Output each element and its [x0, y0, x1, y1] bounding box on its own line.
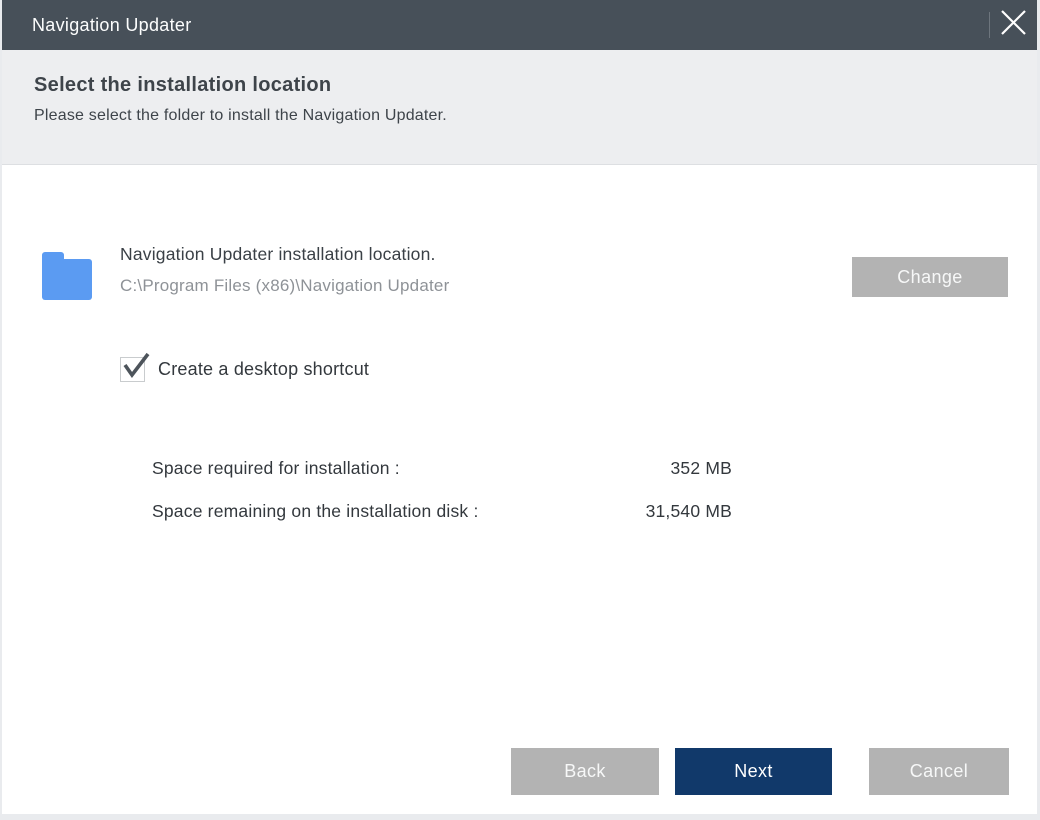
space-remaining-label: Space remaining on the installation disk… [152, 501, 479, 521]
desktop-shortcut-option[interactable]: Create a desktop shortcut [120, 352, 370, 382]
checkmark-icon [123, 352, 150, 379]
next-button[interactable]: Next [675, 748, 832, 795]
change-button[interactable]: Change [852, 257, 1008, 297]
desktop-shortcut-checkbox[interactable] [120, 352, 150, 382]
page-subtitle: Please select the folder to install the … [34, 107, 447, 124]
page-header: Select the installation location Please … [2, 50, 1037, 165]
close-button[interactable] [990, 0, 1037, 50]
space-required-value: 352 MB [670, 458, 732, 478]
title-bar: Navigation Updater [2, 0, 1037, 50]
space-required-label: Space required for installation : [152, 458, 400, 478]
space-required-row: Space required for installation : 352 MB [152, 458, 732, 482]
page-title: Select the installation location [34, 74, 332, 96]
install-location-label: Navigation Updater installation location… [120, 244, 436, 264]
space-info: Space required for installation : 352 MB… [152, 458, 732, 525]
folder-icon [42, 252, 92, 300]
install-location-path: C:\Program Files (x86)\Navigation Update… [120, 276, 450, 295]
space-remaining-row: Space remaining on the installation disk… [152, 501, 732, 525]
desktop-shortcut-label: Create a desktop shortcut [158, 359, 370, 379]
back-button[interactable]: Back [511, 748, 659, 795]
installer-window: Navigation Updater Select the installati… [2, 0, 1037, 814]
space-remaining-value: 31,540 MB [645, 501, 732, 521]
close-icon [1000, 9, 1027, 41]
window-title: Navigation Updater [32, 14, 192, 35]
cancel-button[interactable]: Cancel [869, 748, 1009, 795]
